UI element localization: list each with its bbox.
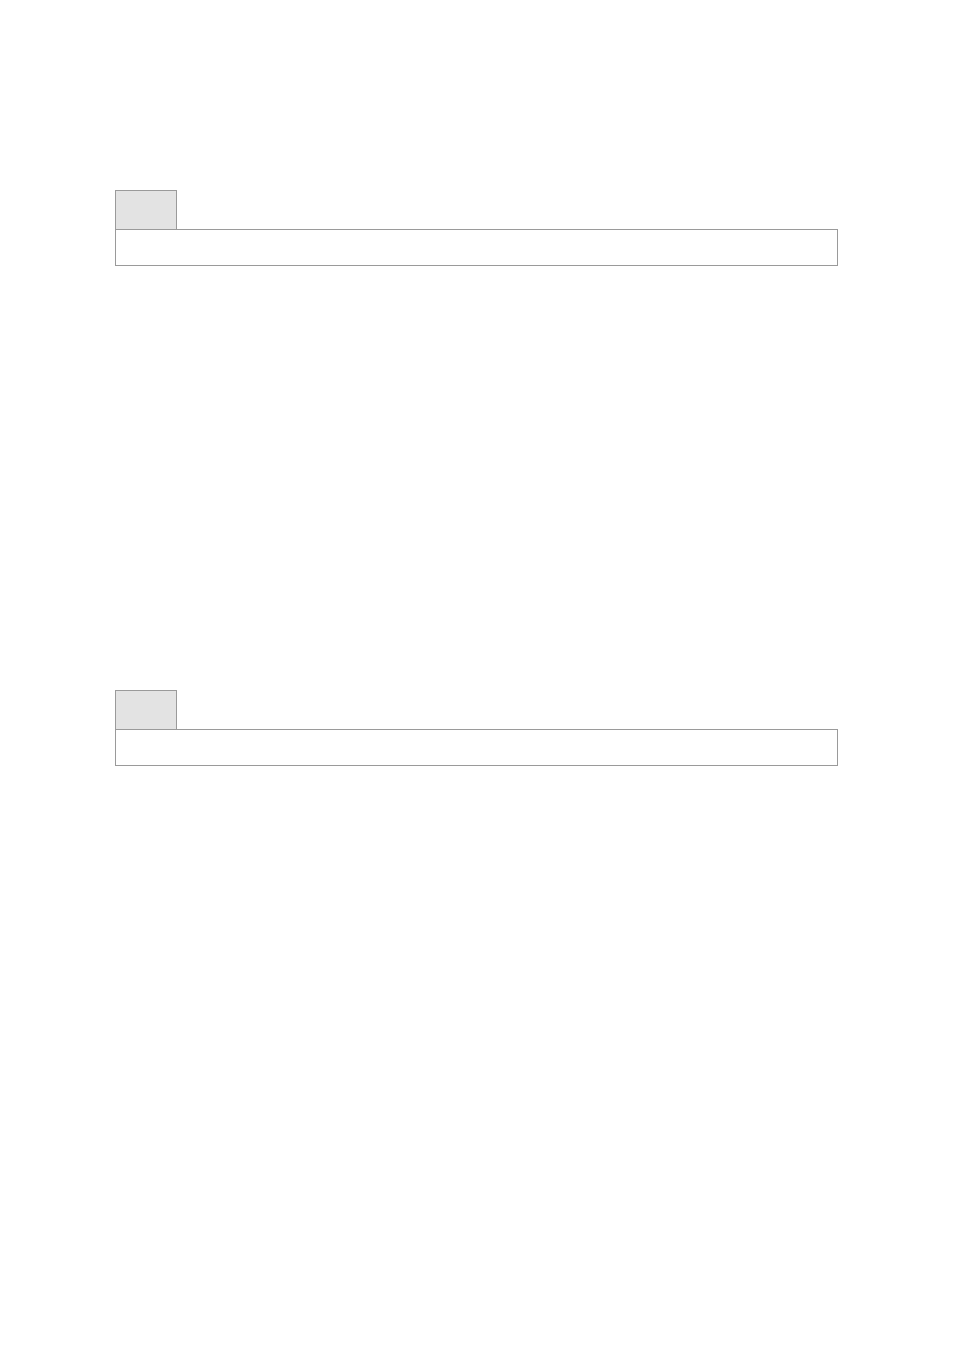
field-tab-1[interactable]	[115, 190, 177, 230]
field-input-2[interactable]	[115, 729, 838, 766]
field-tab-2[interactable]	[115, 690, 177, 730]
field-input-1[interactable]	[115, 229, 838, 266]
